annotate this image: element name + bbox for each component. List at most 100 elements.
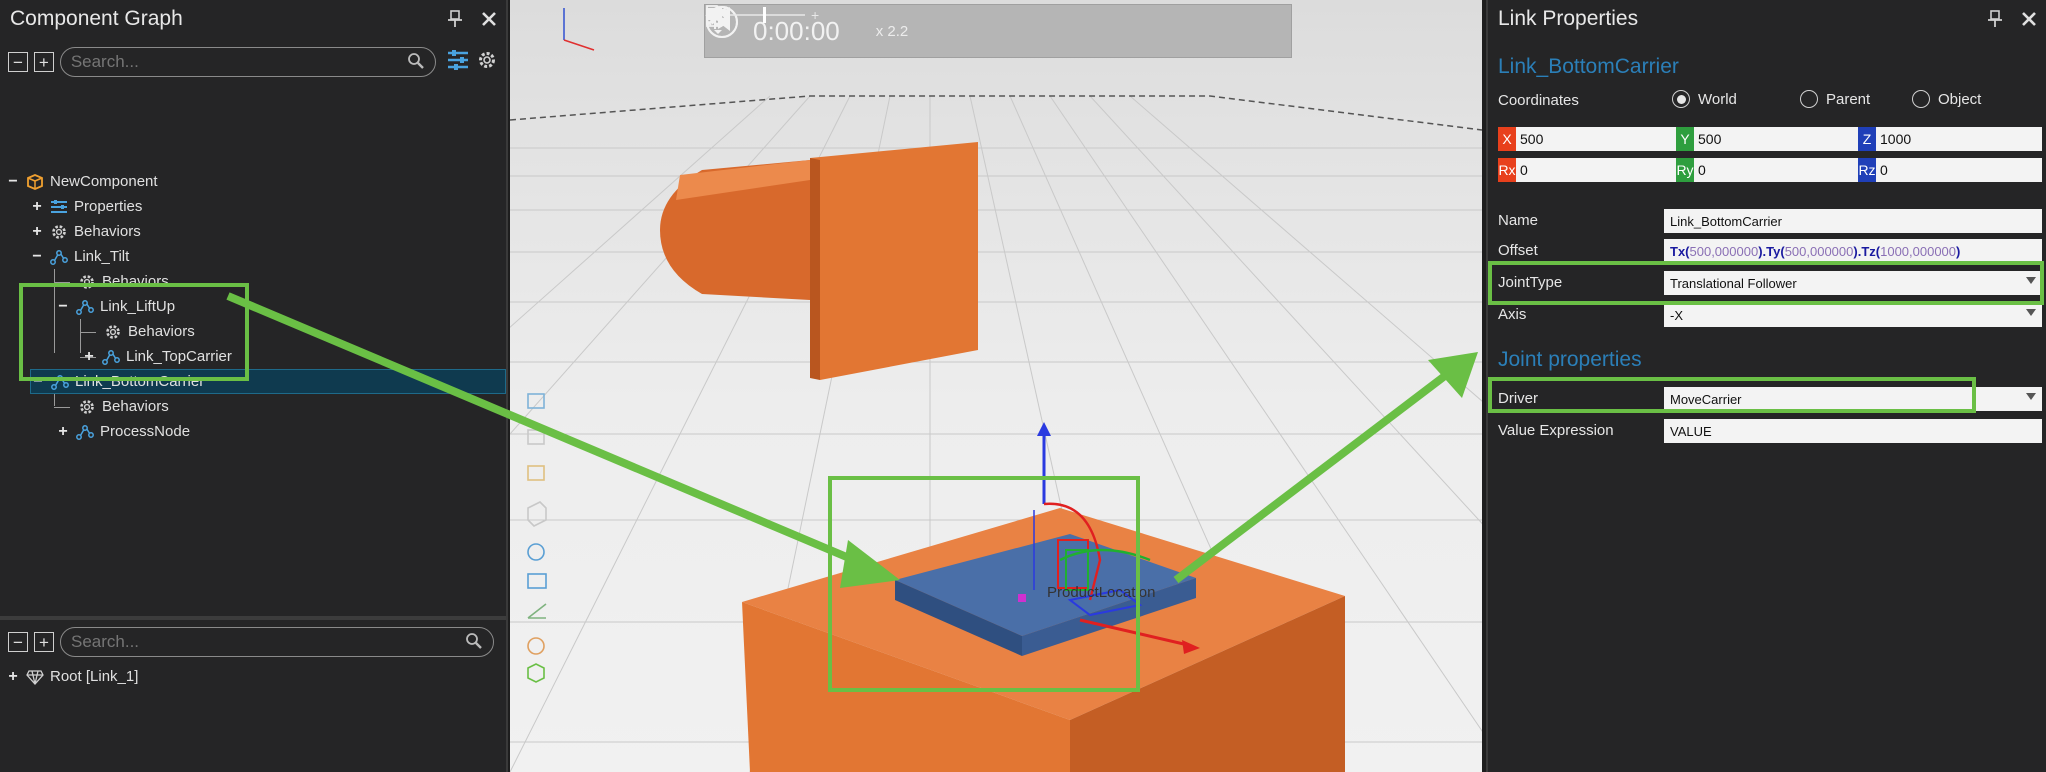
name-label: Name — [1498, 212, 1539, 229]
x-tag: X — [1498, 127, 1516, 151]
rx-tag: Rx — [1498, 158, 1516, 182]
tree-node-properties[interactable]: + Properties — [30, 194, 142, 219]
link-icon — [50, 248, 68, 266]
coord-rx-field[interactable]: Rx 0 — [1498, 158, 1682, 182]
offset-label: Offset — [1498, 242, 1538, 259]
lower-search[interactable] — [60, 627, 494, 657]
collapse-all-button[interactable]: − — [8, 52, 28, 72]
offset-part: ) — [1956, 243, 1961, 259]
search-icon[interactable] — [407, 52, 425, 75]
simulation-speed: x 2.2 — [875, 22, 909, 40]
panel-title: Component Graph — [10, 7, 183, 30]
close-icon[interactable] — [472, 2, 506, 36]
collapse-toggle[interactable]: − — [6, 173, 20, 191]
link-properties-panel: Link Properties Link_BottomCarrier Coord… — [1486, 0, 2046, 772]
axis-label: Axis — [1498, 306, 1527, 323]
coord-z-field[interactable]: Z 1000 — [1858, 127, 2042, 151]
radio-object[interactable]: Object — [1912, 90, 1981, 108]
tree-node-label: Behaviors — [102, 398, 169, 415]
properties-icon — [50, 198, 68, 216]
axis-value: -X — [1670, 307, 1683, 323]
expand-toggle[interactable]: + — [6, 668, 20, 686]
behaviors-icon — [78, 398, 96, 416]
highlight-box-tree — [19, 283, 249, 381]
pin-icon[interactable] — [438, 2, 472, 36]
coord-y-field[interactable]: Y 500 — [1676, 127, 1860, 151]
pin-icon[interactable] — [1978, 2, 2012, 36]
search-input[interactable] — [70, 52, 435, 72]
coord-z-value[interactable]: 1000 — [1876, 127, 2042, 151]
scene-canvas: ProductLocation — [510, 8, 1482, 772]
offset-part: Tx( — [1670, 243, 1690, 259]
coord-y-value[interactable]: 500 — [1694, 127, 1860, 151]
component-search[interactable] — [59, 47, 436, 77]
app-window: Component Graph − + Search... − NewCompo… — [0, 0, 2046, 772]
highlight-box-driver — [1488, 377, 1976, 413]
offset-part: 500,000000 — [1689, 243, 1759, 259]
rz-tag: Rz — [1858, 158, 1876, 182]
chevron-down-icon[interactable] — [2026, 393, 2036, 400]
radio-world[interactable]: World — [1672, 90, 1737, 108]
world-axis-x — [563, 39, 595, 51]
radio-icon — [1912, 90, 1930, 108]
tree-node-newcomponent[interactable]: − NewComponent — [6, 169, 158, 194]
z-tag: Z — [1858, 127, 1876, 151]
lower-search-input[interactable] — [71, 632, 493, 652]
expand-all-button[interactable]: + — [34, 632, 54, 652]
tree-node-processnode[interactable]: + ProcessNode — [56, 419, 190, 444]
radio-icon — [1672, 90, 1690, 108]
component-graph-panel: Component Graph − + Search... − NewCompo… — [0, 0, 508, 772]
tree-node-link-bottomcarrier-behaviors[interactable]: Behaviors — [72, 394, 169, 419]
value-expression-field[interactable]: VALUE — [1664, 419, 2042, 443]
expand-all-button[interactable]: + — [33, 52, 54, 72]
expand-toggle[interactable]: + — [30, 223, 44, 241]
tree-node-root-link[interactable]: + Root [Link_1] — [6, 664, 138, 689]
coord-rz-value[interactable]: 0 — [1876, 158, 2042, 182]
3d-viewport[interactable]: ProductLocation 0:00:00 x 2.2 + — [510, 0, 1482, 772]
tree-node-behaviors[interactable]: + Behaviors — [30, 219, 141, 244]
coord-rx-value[interactable]: 0 — [1516, 158, 1682, 182]
name-field[interactable]: Link_BottomCarrier — [1664, 209, 2042, 233]
coord-ry-value[interactable]: 0 — [1694, 158, 1860, 182]
chevron-down-icon[interactable] — [2026, 309, 2036, 316]
offset-part: ). — [1758, 243, 1767, 259]
tree-node-link-tilt[interactable]: − Link_Tilt — [30, 244, 129, 269]
svg-text:+: + — [811, 7, 819, 23]
radio-label: World — [1698, 90, 1737, 108]
link-icon — [76, 423, 94, 441]
radio-label: Object — [1938, 90, 1982, 108]
close-icon[interactable] — [2012, 2, 2046, 36]
tree-connector — [54, 407, 70, 408]
component-icon — [26, 173, 44, 191]
offset-field[interactable]: Tx(500,000000). Ty(500,000000). Tz(1000,00… — [1664, 239, 2042, 263]
tree-node-label: Link_Tilt — [74, 248, 130, 265]
gear-icon[interactable] — [476, 49, 498, 76]
expand-toggle[interactable]: + — [56, 423, 70, 441]
search-icon[interactable] — [465, 632, 483, 655]
panel-title: Link Properties — [1498, 7, 1639, 30]
highlight-box-jointtype — [1488, 261, 2044, 305]
expand-toggle[interactable]: + — [30, 198, 44, 216]
gem-icon — [26, 668, 44, 686]
coord-ry-field[interactable]: Ry 0 — [1676, 158, 1860, 182]
coord-x-field[interactable]: X 500 — [1498, 127, 1682, 151]
tree-node-label: Root [Link_1] — [50, 668, 139, 685]
coord-rz-field[interactable]: Rz 0 — [1858, 158, 2042, 182]
tree-node-label: NewComponent — [50, 173, 158, 190]
radio-parent[interactable]: Parent — [1800, 90, 1870, 108]
axis-dropdown[interactable]: -X — [1664, 303, 2042, 327]
radio-icon — [1800, 90, 1818, 108]
tree-node-label: Behaviors — [74, 223, 141, 240]
link-properties-header: Link Properties — [1488, 0, 2046, 38]
value-expression-label: Value Expression — [1498, 422, 1614, 439]
coord-x-value[interactable]: 500 — [1516, 127, 1682, 151]
joint-properties-heading: Joint properties — [1498, 348, 1642, 371]
filter-icon[interactable] — [446, 49, 470, 76]
offset-part: Ty( — [1766, 243, 1785, 259]
link-name-heading: Link_BottomCarrier — [1498, 55, 1679, 78]
collapse-toggle[interactable]: − — [30, 248, 44, 266]
tree-node-label: Properties — [74, 198, 143, 215]
collapse-all-button[interactable]: − — [8, 632, 28, 652]
tree-node-label: ProcessNode — [100, 423, 191, 440]
coordinates-label: Coordinates — [1498, 92, 1579, 109]
